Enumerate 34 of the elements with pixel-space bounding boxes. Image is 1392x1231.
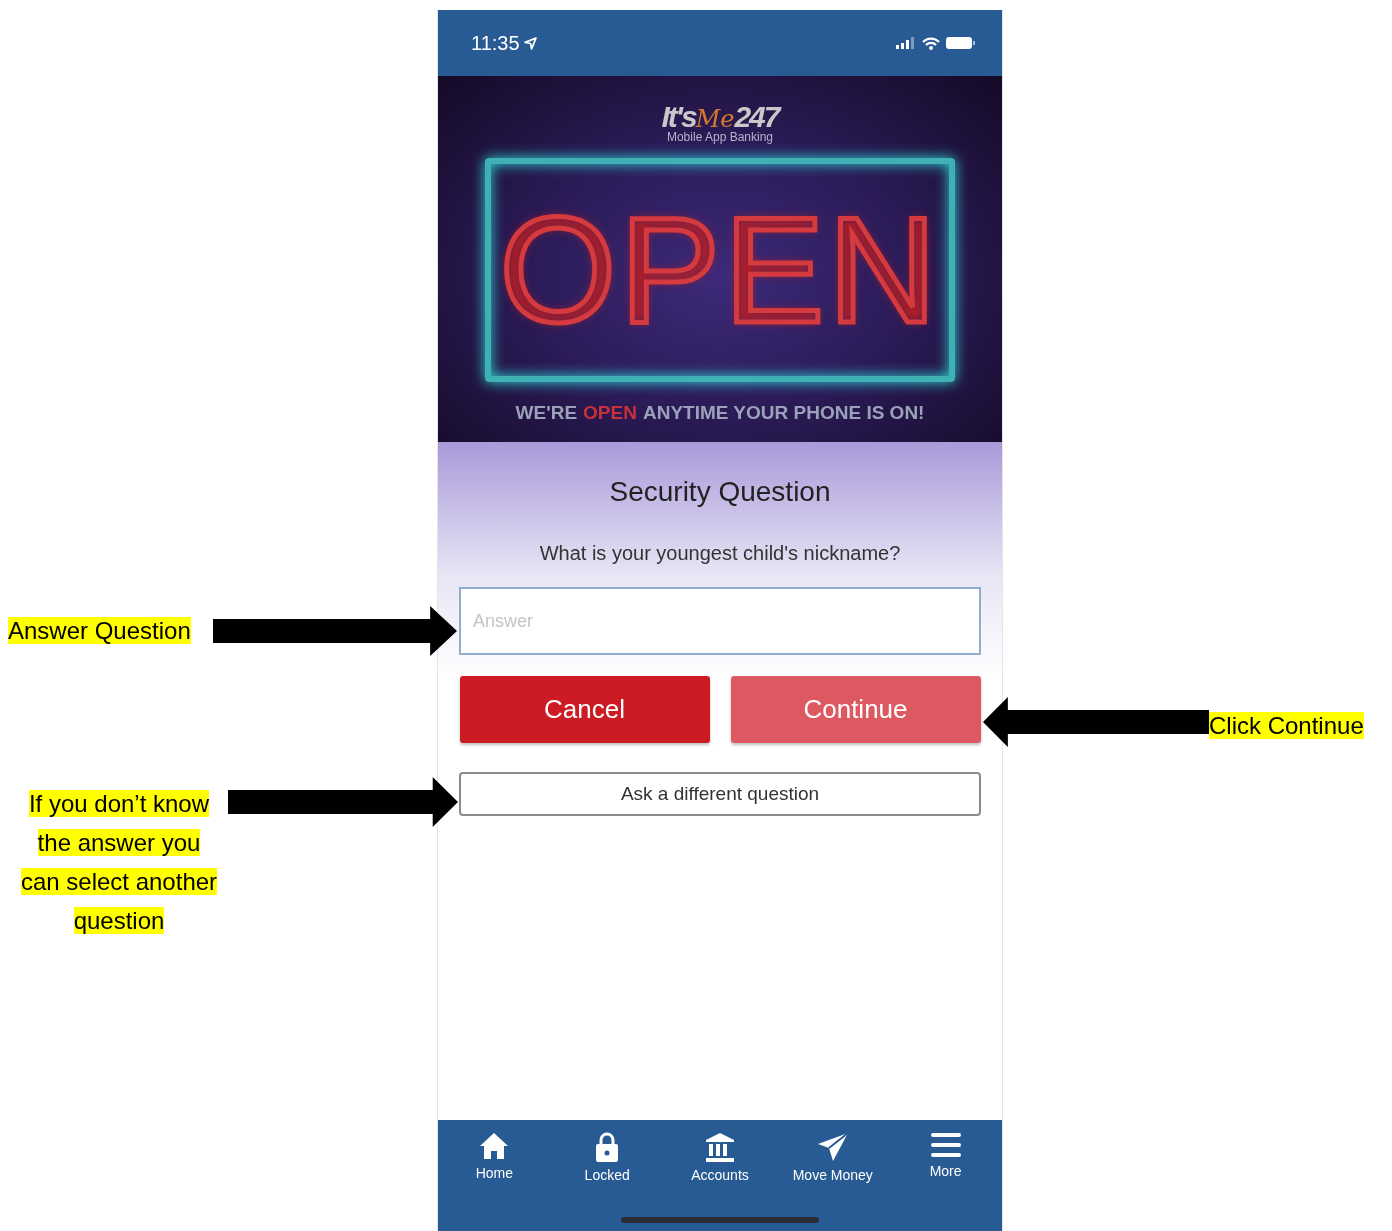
question-text: What is your youngest child's nickname?	[539, 542, 901, 565]
annotation-text: Answer Question	[8, 617, 191, 644]
tagline-text: ANYTIME YOUR PHONE IS ON!	[642, 402, 925, 424]
signal-icon	[896, 37, 916, 49]
neon-sign-text: OPEN	[499, 195, 941, 345]
lock-icon	[595, 1132, 620, 1162]
logo-text: It's	[661, 100, 696, 133]
different-question-button[interactable]: Ask a different question	[459, 772, 981, 816]
annotation-text: If you don’t know	[28, 790, 210, 817]
logo-script-text: Me	[695, 105, 735, 133]
tagline-text: OPEN	[583, 402, 637, 424]
menu-icon	[930, 1132, 961, 1158]
battery-icon	[946, 36, 976, 50]
paper-plane-icon	[816, 1132, 849, 1162]
logo-subtitle: Mobile App Banking	[666, 130, 774, 144]
annotation-text: question	[73, 907, 165, 934]
bank-icon	[705, 1132, 735, 1162]
tab-item[interactable]: Home	[442, 1132, 547, 1183]
annotation-text: the answer you	[37, 829, 201, 856]
answer-field[interactable]: Answer	[459, 587, 981, 655]
page-title: Security Question	[609, 476, 831, 508]
logo-number: 247	[734, 100, 779, 133]
status-time: 11:35	[471, 31, 520, 55]
cancel-button[interactable]: Cancel	[459, 676, 710, 743]
tagline-text: WE'RE	[515, 402, 578, 424]
tab-item[interactable]: Accounts	[668, 1132, 772, 1183]
annotation-text: can select another	[20, 868, 218, 895]
home-icon	[479, 1132, 510, 1160]
wifi-icon	[922, 36, 940, 50]
annotation-text: Click Continue	[1209, 712, 1364, 739]
location-arrow-icon	[523, 36, 537, 50]
tab-item[interactable]: Locked	[555, 1132, 660, 1183]
tab-item[interactable]: More	[893, 1132, 998, 1183]
tab-item[interactable]: Move Money	[780, 1132, 885, 1183]
